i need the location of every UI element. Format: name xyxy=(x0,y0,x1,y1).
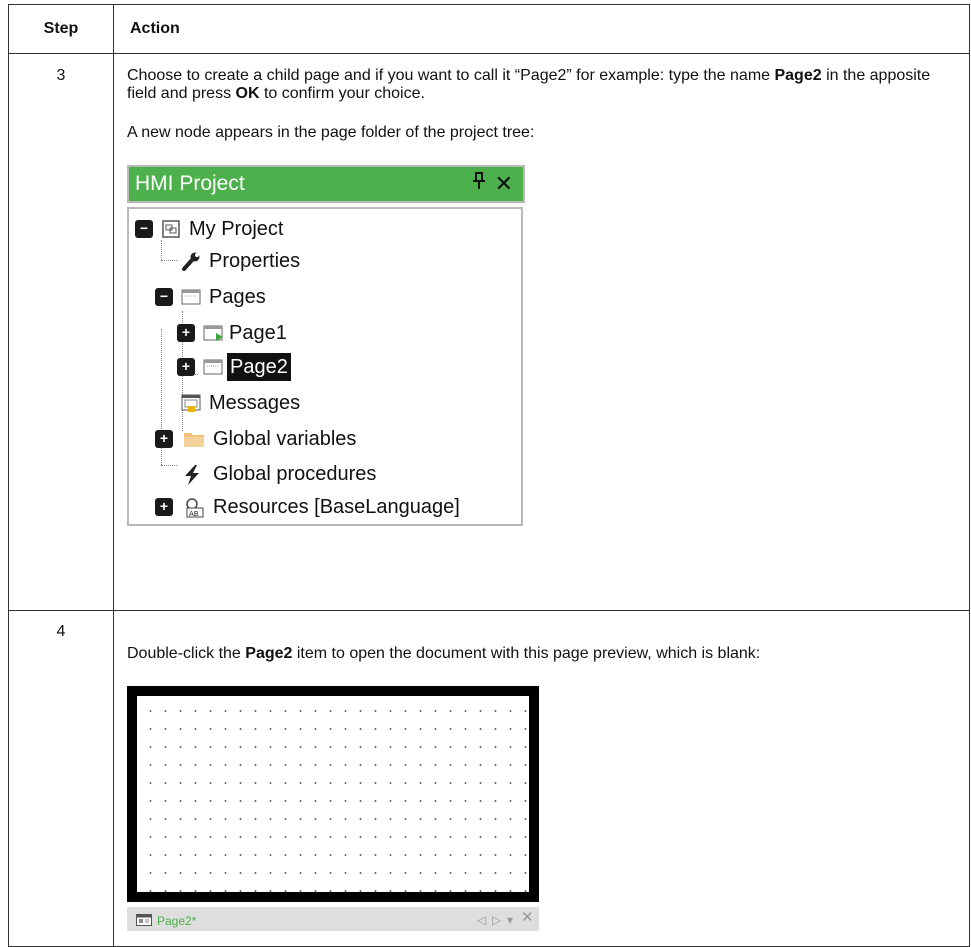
resources-icon: AB xyxy=(183,497,204,518)
tree-node-page1[interactable]: + Page1 xyxy=(129,319,519,347)
tree-node-resources[interactable]: + AB Resources [BaseLanguage] xyxy=(129,493,519,521)
page-canvas[interactable] xyxy=(127,686,539,902)
expand-icon[interactable]: + xyxy=(155,498,173,516)
tree-node-label: Pages xyxy=(209,286,266,308)
procedure-table: Step Action 3 Choose to create a child p… xyxy=(8,4,970,947)
collapse-icon[interactable]: − xyxy=(155,288,173,306)
emphasis-ok: OK xyxy=(235,85,260,102)
column-header-action: Action xyxy=(113,4,970,54)
tree-node-label: Global variables xyxy=(213,428,357,450)
svg-text:AB: AB xyxy=(189,510,199,518)
instruction-paragraph: Double-click the Page2 item to open the … xyxy=(127,645,957,663)
tree-node-label: Messages xyxy=(209,392,301,414)
step-number: 4 xyxy=(8,610,114,947)
expand-icon[interactable]: + xyxy=(177,324,195,342)
hmi-project-panel: HMI Project ✕ − My Project Properties − … xyxy=(127,165,529,526)
instruction-text: item to open the document with this page… xyxy=(292,645,761,662)
panel-title: HMI Project xyxy=(135,172,245,195)
tree-node-label: Properties xyxy=(209,250,301,272)
column-header-step: Step xyxy=(8,4,114,54)
table-row: 4 Double-click the Page2 item to open th… xyxy=(8,610,970,947)
tree-node-properties[interactable]: Properties xyxy=(129,247,519,275)
tree-node-global-procedures[interactable]: Global procedures xyxy=(129,460,519,488)
table-row: 3 Choose to create a child page and if y… xyxy=(8,53,970,611)
tree-node-pages[interactable]: − Pages xyxy=(129,283,519,311)
scroll-left-icon[interactable]: ◁ xyxy=(477,911,486,929)
tree-node-label: My Project xyxy=(189,218,284,240)
collapse-icon[interactable]: − xyxy=(135,220,153,238)
instruction-text: Double-click the xyxy=(127,645,246,662)
panel-title-bar: HMI Project ✕ xyxy=(127,165,525,203)
tree-node-label: Global procedures xyxy=(213,463,377,485)
tree-node-global-variables[interactable]: + Global variables xyxy=(129,425,519,453)
project-tree: − My Project Properties − Pages + Page1 … xyxy=(127,207,523,526)
messages-icon xyxy=(181,393,201,413)
expand-icon[interactable]: + xyxy=(155,430,173,448)
tree-node-label: Page1 xyxy=(229,322,287,344)
wrench-icon xyxy=(181,251,201,271)
emphasis-page-name: Page2 xyxy=(245,645,293,662)
tree-node-messages[interactable]: Messages xyxy=(129,389,519,417)
page-preview: Page2* ◁ ▷ ▾ ✕ xyxy=(127,686,539,931)
tree-node-page2[interactable]: + Page2 xyxy=(129,353,519,381)
tree-node-label-selected: Page2 xyxy=(227,353,291,381)
folder-icon xyxy=(183,429,204,449)
instruction-paragraph: Choose to create a child page and if you… xyxy=(127,67,957,103)
step-action: Choose to create a child page and if you… xyxy=(113,53,970,611)
tab-menu-icon[interactable]: ▾ xyxy=(507,911,513,929)
step-number: 3 xyxy=(8,53,114,611)
close-icon[interactable]: ✕ xyxy=(495,167,513,201)
pin-icon[interactable] xyxy=(471,167,487,201)
document-tab-label[interactable]: Page2* xyxy=(157,912,196,930)
start-page-icon xyxy=(203,323,223,343)
pages-icon xyxy=(181,287,201,307)
page-tab-icon xyxy=(136,913,152,931)
lightning-icon xyxy=(181,464,201,485)
result-paragraph: A new node appears in the page folder of… xyxy=(127,124,535,141)
tree-node-my-project[interactable]: − My Project xyxy=(129,215,519,243)
table-header-row: Step Action xyxy=(8,4,970,54)
instruction-text: Choose to create a child page and if you… xyxy=(127,67,775,84)
project-icon xyxy=(161,219,181,239)
emphasis-page-name: Page2 xyxy=(774,67,822,84)
instruction-text: to confirm your choice. xyxy=(259,85,425,102)
close-icon[interactable]: ✕ xyxy=(521,909,534,927)
page-icon xyxy=(203,357,223,377)
step-action: Double-click the Page2 item to open the … xyxy=(113,610,970,947)
document-tab-bar: Page2* ◁ ▷ ▾ ✕ xyxy=(127,907,539,931)
scroll-right-icon[interactable]: ▷ xyxy=(492,911,501,929)
tree-node-label: Resources [BaseLanguage] xyxy=(213,496,460,518)
expand-icon[interactable]: + xyxy=(177,358,195,376)
